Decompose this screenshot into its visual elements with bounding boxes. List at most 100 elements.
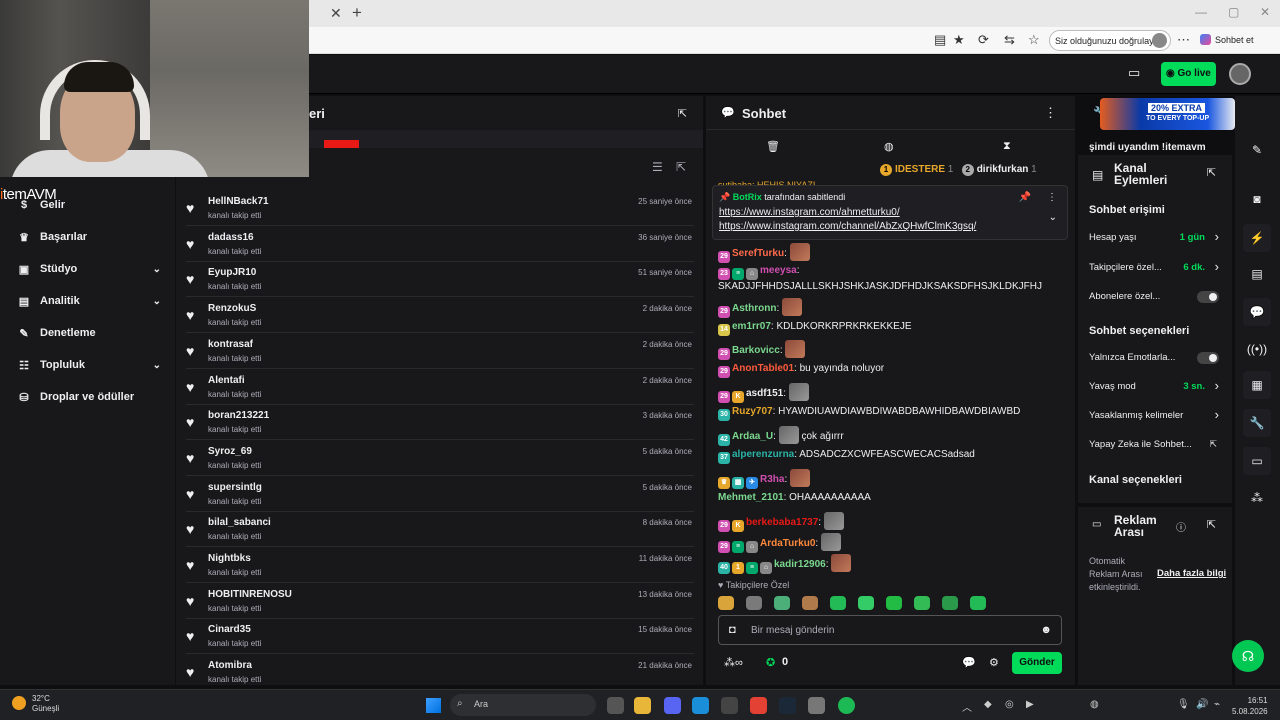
chat-toggle-icon[interactable]: 💬 [1243, 298, 1271, 326]
obs-icon[interactable] [721, 697, 738, 714]
chat-badge-icon[interactable]: ⌂ [746, 541, 758, 553]
chat-badge-icon[interactable]: 23 [718, 268, 730, 280]
chat-username[interactable]: Ruzy707 [732, 406, 773, 417]
chat-badge-icon[interactable]: 14 [718, 324, 730, 336]
emote-picker-icon[interactable]: ☻ [1040, 624, 1052, 636]
taskbar-clock[interactable]: 16:51 5.08.2026 [1232, 695, 1268, 717]
favorite-star-icon[interactable]: ★ [953, 32, 965, 48]
reader-icon[interactable]: ▤ [934, 32, 946, 48]
pinned-link-1[interactable]: https://www.instagram.com/ahmetturku0/ [719, 207, 900, 218]
chat-badge-icon[interactable]: 37 [718, 452, 730, 464]
leader-name-1[interactable]: IDESTERE [895, 164, 945, 175]
chat-username[interactable]: Asthronn [732, 303, 776, 314]
follower-row[interactable]: ♥ Nightbks kanalı takip etti 11 dakika önce [186, 548, 694, 583]
microphone-icon[interactable]: 🎙 [1177, 699, 1190, 710]
chat-bubble-small-icon[interactable]: 💬 [962, 656, 976, 669]
chrome-icon[interactable] [750, 697, 767, 714]
chat-badge-icon[interactable]: 29 [718, 366, 730, 378]
chat-username[interactable]: AnonTable01 [732, 363, 794, 374]
new-tab-icon[interactable]: + [352, 3, 362, 23]
leader-name-2[interactable]: dirikfurkan [977, 164, 1029, 175]
sidebar-item-6[interactable]: ⛁ Droplar ve ödüller [16, 387, 161, 407]
chat-username[interactable]: Mehmet_2101 [718, 492, 784, 503]
chat-username[interactable]: SerefTurku [732, 248, 784, 259]
pinned-by-user[interactable]: BotRix [733, 192, 762, 202]
task-view-icon[interactable] [607, 697, 624, 714]
go-live-button[interactable]: ◉ Go live [1161, 62, 1216, 86]
steam-icon[interactable] [779, 697, 796, 714]
chat-badge-icon[interactable]: 42 [718, 434, 730, 446]
follower-row[interactable]: ♥ Syroz_69 kanalı takip etti 5 dakika önce [186, 441, 694, 476]
follower-name[interactable]: dadass16 [208, 232, 254, 243]
followers-emote-icon[interactable] [970, 596, 986, 610]
panel-icon[interactable]: ▭ [1243, 447, 1271, 475]
chat-badge-icon[interactable]: 29 [718, 251, 730, 263]
pinned-more-icon[interactable]: ⋮ [1047, 192, 1057, 203]
chat-badge-icon[interactable]: 1 [732, 562, 744, 574]
clear-chat-icon[interactable]: 🗑 [766, 140, 780, 153]
toggle-switch[interactable] [1197, 352, 1219, 364]
chat-emote[interactable] [785, 340, 806, 358]
camera-icon[interactable]: ◙ [1243, 185, 1271, 213]
chat-badge-icon[interactable]: ♛ [718, 477, 730, 489]
chat-username[interactable]: Barkovicc [732, 345, 780, 356]
chat-input[interactable]: ◘ Bir mesaj gönderin ☻ [718, 615, 1062, 645]
followers-emote-icon[interactable] [774, 596, 790, 610]
chat-more-icon[interactable]: ⋮ [1044, 105, 1057, 121]
chat-emote[interactable] [831, 554, 852, 572]
chat-badge-icon[interactable]: ✈ [746, 477, 758, 489]
chat-badge-icon[interactable]: 29 [718, 391, 730, 403]
expand-pinned-icon[interactable]: ⌄ [1049, 212, 1057, 223]
chat-badge-icon[interactable]: ≡ [732, 541, 744, 553]
chat-badge-icon[interactable]: ≡ [732, 268, 744, 280]
chat-badge-icon[interactable]: 29 [718, 306, 730, 318]
chat-username[interactable]: ArdaTurku0 [760, 538, 815, 549]
chat-emote[interactable] [820, 533, 841, 551]
info-icon[interactable]: ⓘ [1176, 519, 1186, 534]
follower-name[interactable]: HellNBack71 [208, 196, 269, 207]
taskbar-search[interactable]: ⌕ Ara [450, 694, 596, 716]
follower-name[interactable]: EyupJR10 [208, 267, 256, 278]
chat-badge-icon[interactable]: 29 [718, 520, 730, 532]
setting-row[interactable]: Yavaş mod 3 sn. › [1089, 378, 1219, 393]
sidebar-item-1[interactable]: ♛ Başarılar [16, 227, 161, 247]
sidebar-item-5[interactable]: ☷ Topluluk ⌄ [16, 355, 161, 375]
chat-badge-icon[interactable]: ▦ [732, 477, 744, 489]
channel-actions-popout-icon[interactable]: ⇱ [1207, 166, 1216, 179]
chat-username[interactable]: meeysa [760, 265, 797, 276]
layout-icon[interactable]: ▦ [1243, 371, 1271, 399]
setting-row[interactable]: Abonelere özel... [1089, 291, 1219, 303]
chat-badge-icon[interactable]: 40 [718, 562, 730, 574]
followers-emote-icon[interactable] [746, 596, 762, 610]
minimize-icon[interactable]: — [1195, 5, 1207, 19]
setting-row[interactable]: Yapay Zeka ile Sohbet... ⇱ [1089, 439, 1219, 450]
follower-row[interactable]: ♥ supersintlg kanalı takip etti 5 dakika ön… [186, 477, 694, 512]
followers-emote-icon[interactable] [942, 596, 958, 610]
chat-settings-icon[interactable]: ⚙ [989, 656, 999, 669]
follower-name[interactable]: kontrasaf [208, 339, 253, 350]
broadcast-icon[interactable]: ((•)) [1243, 335, 1271, 363]
follower-row[interactable]: ♥ bilal_sabanci kanalı takip etti 8 dakika … [186, 512, 694, 548]
sidebar-item-2[interactable]: ▣ Stüdyo ⌄ [16, 259, 161, 279]
split-screen-icon[interactable]: ⇆ [1004, 32, 1015, 48]
edit-icon[interactable]: ✎ [1243, 136, 1271, 164]
followers-emote-icon[interactable] [802, 596, 818, 610]
follower-name[interactable]: Syroz_69 [208, 446, 252, 457]
chat-badge-icon[interactable]: K [732, 391, 744, 403]
chat-badge-icon[interactable]: 30 [718, 409, 730, 421]
chat-username[interactable]: asdf151 [746, 388, 783, 399]
chat-mode-icon[interactable]: ◍ [884, 140, 894, 153]
slow-mode-icon[interactable]: ⧗ [1003, 140, 1011, 153]
chat-emote[interactable] [823, 512, 844, 530]
pinned-link-2[interactable]: https://www.instagram.com/channel/AbZxQH… [719, 221, 976, 232]
followers-emote-icon[interactable] [718, 596, 734, 610]
unpin-icon[interactable]: 📌 [1019, 192, 1031, 203]
tray-app-1-icon[interactable]: ◆ [984, 699, 992, 710]
discord-icon[interactable] [664, 697, 681, 714]
follower-row[interactable]: ♥ EyupJR10 kanalı takip etti 51 saniye önce [186, 262, 694, 298]
user-avatar[interactable] [1229, 63, 1251, 85]
follower-row[interactable]: ♥ HOBITINRENOSU kanalı takip etti 13 dakika… [186, 584, 694, 619]
channel-points-icon[interactable]: ⁂∞ [724, 656, 743, 669]
chat-emote[interactable] [782, 298, 803, 316]
ad-banner[interactable]: 20% EXTRA TO EVERY TOP-UP [1100, 98, 1235, 130]
